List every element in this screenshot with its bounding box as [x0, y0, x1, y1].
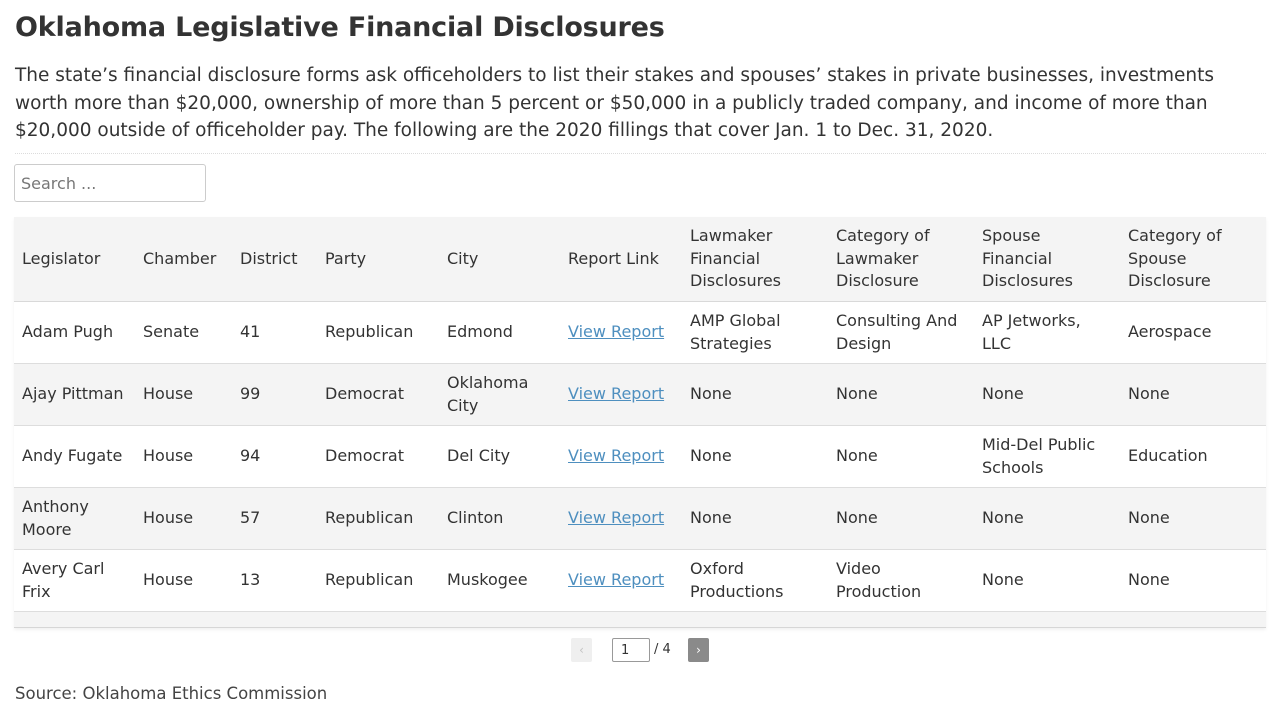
disclosures-table-container[interactable]: Legislator Chamber District Party City Report…	[14, 217, 1266, 628]
page-total: / 4	[654, 642, 671, 657]
table-cell: AMP Global Strategies	[682, 301, 828, 364]
table-cell: Republican	[317, 487, 439, 550]
table-cell: Oklahoma City	[439, 363, 560, 426]
table-cell: House	[135, 363, 232, 426]
table-cell: View Report	[560, 301, 682, 364]
table-cell: Republican	[317, 301, 439, 364]
view-report-link[interactable]: View Report	[568, 508, 664, 527]
table-row: Anthony Moore House 57 Republican Clinton Vie…	[14, 487, 1266, 550]
table-cell	[14, 611, 135, 627]
table-cell	[317, 611, 439, 627]
table-cell: Democrat	[317, 425, 439, 488]
table-cell: Democrat	[317, 363, 439, 426]
table-cell: None	[828, 425, 974, 488]
table-row: Avery Carl Frix House 13 Republican Muskogee…	[14, 549, 1266, 612]
table-cell: 13	[232, 549, 317, 612]
table-cell	[135, 611, 232, 627]
table-cell: Ajay Pittman	[14, 363, 135, 426]
table-cell	[828, 611, 974, 627]
table-cell: 41	[232, 301, 317, 364]
table-cell	[682, 611, 828, 627]
table-header: Legislator Chamber District Party City Report…	[14, 217, 1266, 302]
table-cell: 99	[232, 363, 317, 426]
pagination: ‹ / 4 ›	[0, 638, 1280, 662]
table-cell	[439, 611, 560, 627]
table-cell	[1120, 611, 1266, 627]
page-title: Oklahoma Legislative Financial Disclosur…	[15, 12, 665, 43]
column-header[interactable]: Chamber	[135, 217, 232, 302]
search-input[interactable]	[14, 164, 206, 202]
table-cell: Aerospace	[1120, 301, 1266, 364]
column-header[interactable]: District	[232, 217, 317, 302]
table-body: Adam Pugh Senate 41 Republican Edmond View Re…	[14, 301, 1266, 627]
table-cell: None	[974, 549, 1120, 612]
table-cell: Anthony Moore	[14, 487, 135, 550]
table-row: Las Saylo Fa	[14, 611, 1266, 627]
table-cell: Senate	[135, 301, 232, 364]
table-cell: Republican	[317, 549, 439, 612]
page-number-input[interactable]	[612, 638, 650, 662]
table-cell: House	[135, 549, 232, 612]
source-note: Source: Oklahoma Ethics Commission	[15, 684, 328, 703]
table-cell: View Report	[560, 425, 682, 488]
table-cell: Mid-Del Public Schools	[974, 425, 1120, 488]
table-cell: None	[1120, 487, 1266, 550]
table-cell: Avery Carl Frix	[14, 549, 135, 612]
table-cell: 94	[232, 425, 317, 488]
table-row: Andy Fugate House 94 Democrat Del City View R…	[14, 425, 1266, 488]
table-cell: Consulting And Design	[828, 301, 974, 364]
table-cell: None	[1120, 363, 1266, 426]
column-header[interactable]: Party	[317, 217, 439, 302]
view-report-link[interactable]: View Report	[568, 384, 664, 403]
table-cell: House	[135, 487, 232, 550]
table-cell: House	[135, 425, 232, 488]
table-header-row: Legislator Chamber District Party City Report…	[14, 217, 1266, 302]
table-cell: 57	[232, 487, 317, 550]
table-cell: Education	[1120, 425, 1266, 488]
table-cell: Del City	[439, 425, 560, 488]
view-report-link[interactable]: View Report	[568, 446, 664, 465]
column-header[interactable]: Lawmaker Financial Disclosures	[682, 217, 828, 302]
column-header[interactable]: City	[439, 217, 560, 302]
table-cell: Video Production	[828, 549, 974, 612]
table-cell: Oxford Productions	[682, 549, 828, 612]
column-header[interactable]: Category of Lawmaker Disclosure	[828, 217, 974, 302]
column-header[interactable]: Category of Spouse Disclosure	[1120, 217, 1266, 302]
table-cell: None	[1120, 549, 1266, 612]
table-cell: None	[828, 487, 974, 550]
view-report-link[interactable]: View Report	[568, 322, 664, 341]
table-cell: Andy Fugate	[14, 425, 135, 488]
table-cell: View Report	[560, 363, 682, 426]
disclosures-table: Legislator Chamber District Party City Report…	[14, 217, 1266, 627]
page-description: The state’s financial disclosure forms a…	[15, 65, 1214, 141]
next-page-button[interactable]: ›	[688, 638, 709, 662]
table-cell: Edmond	[439, 301, 560, 364]
table-cell: None	[682, 425, 828, 488]
table-cell: View Report	[560, 549, 682, 612]
table-cell: Las Saylo Fa	[974, 611, 1120, 627]
column-header[interactable]: Report Link	[560, 217, 682, 302]
table-cell: None	[682, 363, 828, 426]
table-cell: None	[974, 487, 1120, 550]
table-cell: AP Jetworks, LLC	[974, 301, 1120, 364]
table-row: Adam Pugh Senate 41 Republican Edmond View Re…	[14, 301, 1266, 364]
column-header[interactable]: Spouse Financial Disclosures	[974, 217, 1120, 302]
table-cell	[560, 611, 682, 627]
column-header[interactable]: Legislator	[14, 217, 135, 302]
table-cell: Clinton	[439, 487, 560, 550]
table-row: Ajay Pittman House 99 Democrat Oklahoma City…	[14, 363, 1266, 426]
view-report-link[interactable]: View Report	[568, 570, 664, 589]
table-cell: None	[974, 363, 1120, 426]
table-cell: None	[682, 487, 828, 550]
table-cell: Adam Pugh	[14, 301, 135, 364]
table-cell: None	[828, 363, 974, 426]
table-cell	[232, 611, 317, 627]
table-cell: Muskogee	[439, 549, 560, 612]
table-cell: View Report	[560, 487, 682, 550]
previous-page-button[interactable]: ‹	[571, 638, 592, 662]
divider	[15, 153, 1266, 154]
